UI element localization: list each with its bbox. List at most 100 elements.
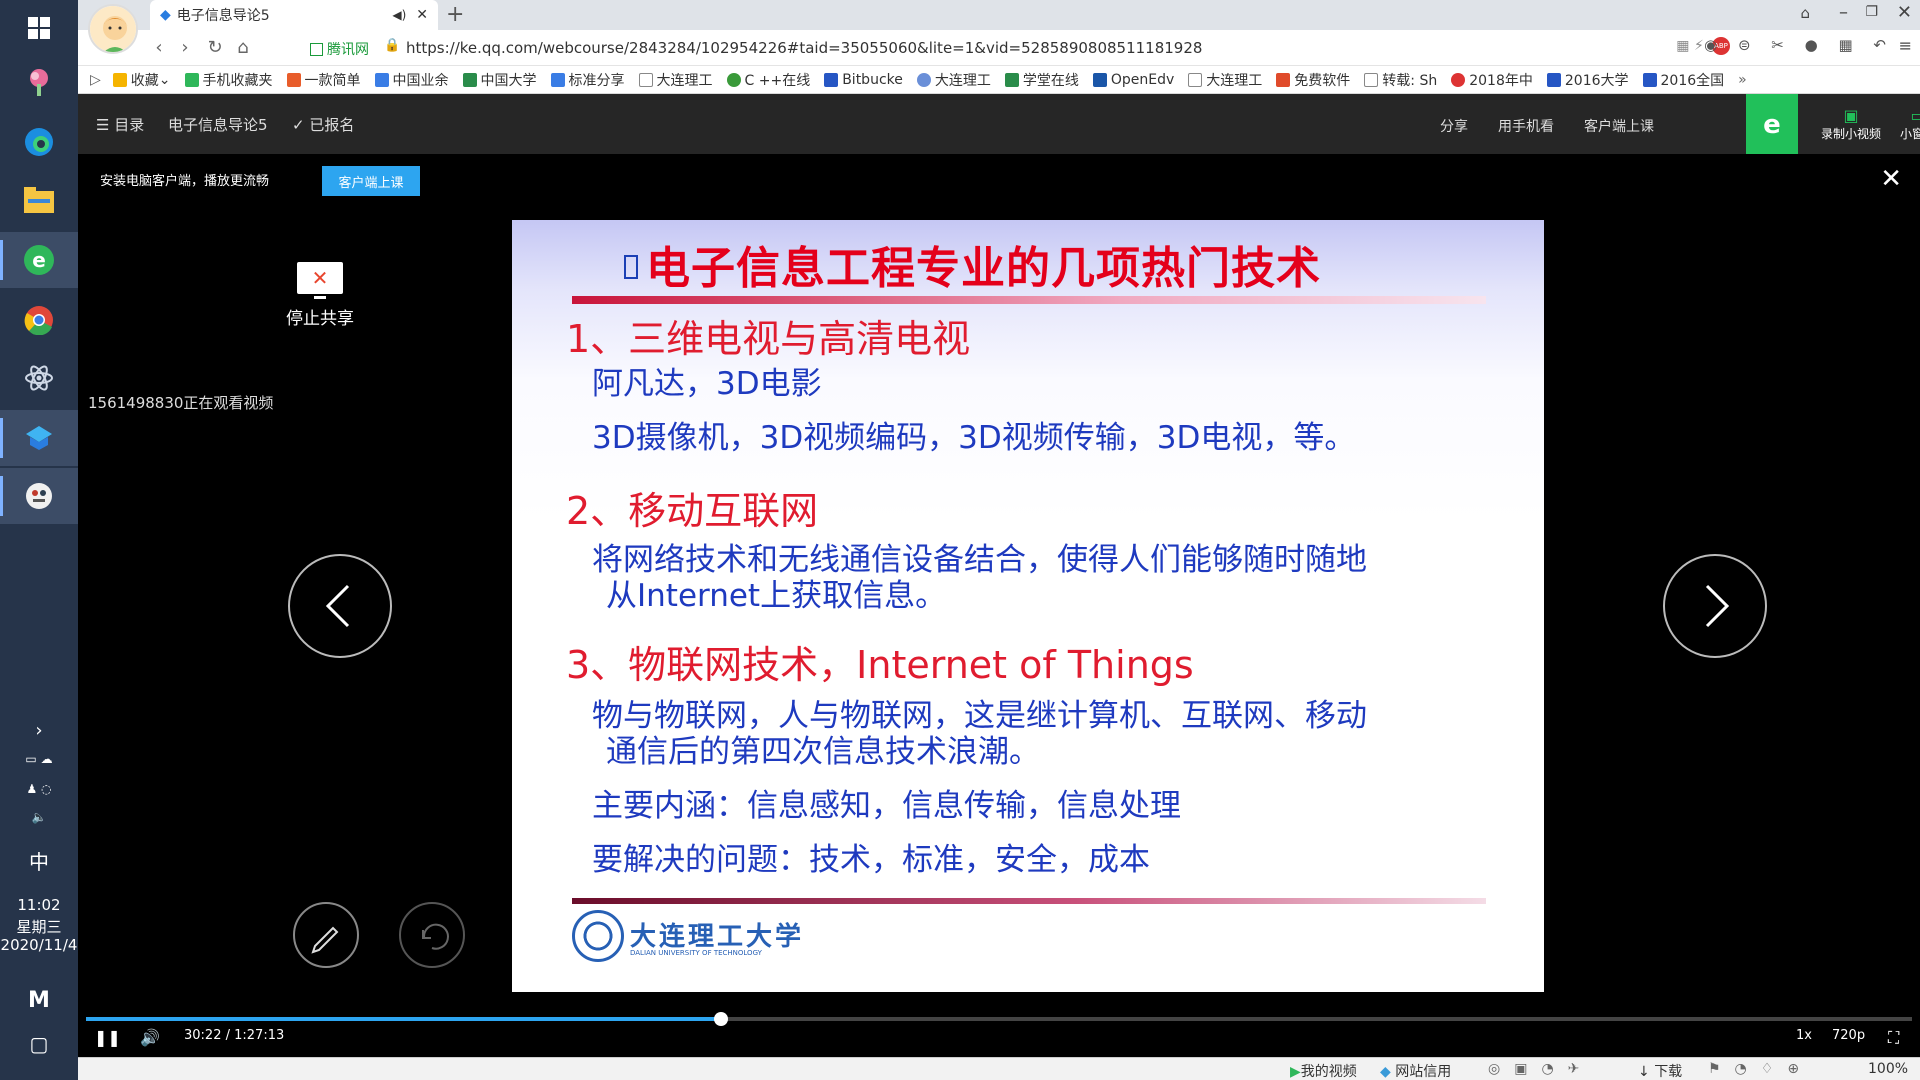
back-icon[interactable]: ‹ (148, 38, 170, 58)
progress-bar[interactable] (86, 1012, 1912, 1026)
tab-mute-icon[interactable]: ◀) (392, 8, 406, 22)
status-tools[interactable]: ◎▣◔✈ (1488, 1061, 1593, 1077)
speed-button[interactable]: 1x (1796, 1028, 1812, 1043)
bookmark-item[interactable]: 大连理工 (916, 70, 991, 90)
title-underline (572, 296, 1486, 304)
tab-active[interactable]: ◆ 电子信息导论5 ◀) ✕ (150, 0, 438, 30)
clock-time[interactable]: 11:02 (0, 896, 78, 914)
bookmark-item[interactable]: 转载: Sh (1364, 70, 1437, 90)
bookmark-item[interactable]: 一款简单 (286, 70, 361, 90)
file-explorer-icon[interactable] (0, 172, 78, 228)
catalog-button[interactable]: ☰ 目录 (96, 114, 144, 135)
edge-icon[interactable] (0, 114, 78, 170)
quality-button[interactable]: 720p (1832, 1028, 1865, 1043)
url-field[interactable]: https://ke.qq.com/webcourse/2843284/1029… (406, 39, 1202, 57)
bookmark-item[interactable]: 中国大学 (462, 70, 537, 90)
bookmark-item[interactable]: 免费软件 (1276, 70, 1350, 90)
stop-share-button[interactable]: ✕ 停止共享 (266, 262, 374, 329)
bookmark-item[interactable]: C ++在线 (726, 70, 810, 90)
stop-share-icon: ✕ (297, 262, 343, 299)
bookmarks-bar: ▷ 收藏 ⌄ 手机收藏夹 一款简单 中国业余 中国大学 标准分享 大连理工 C +… (78, 66, 1920, 94)
atom-icon[interactable] (0, 350, 78, 406)
video-icon: ▣ (1843, 105, 1859, 125)
bookmark-item[interactable]: Bitbucke (824, 72, 903, 88)
app-logo-icon[interactable]: e (1746, 94, 1798, 154)
m-app-icon[interactable]: M (0, 988, 78, 1013)
tab-title: 电子信息导论5 (176, 8, 270, 24)
share-button[interactable]: 分享 (1440, 116, 1468, 136)
close-window-button[interactable]: ✕ (1897, 2, 1912, 23)
bookmarks-more-icon[interactable]: » (1738, 72, 1747, 88)
bookmark-item[interactable]: 2018年中 (1451, 70, 1533, 90)
volume-icon[interactable]: 🔈 (0, 810, 78, 824)
tab-close-icon[interactable]: ✕ (416, 7, 428, 23)
lock-icon[interactable]: 🔒 (384, 38, 400, 53)
bookmark-item[interactable]: 2016全国 (1642, 70, 1724, 90)
forward-icon[interactable]: › (174, 38, 196, 58)
refresh-icon[interactable]: ↻ (204, 38, 226, 58)
home-icon[interactable]: ⌂ (232, 38, 254, 58)
my-video-button[interactable]: ▶我的视频 (1290, 1061, 1357, 1080)
browser-360-icon[interactable]: e (0, 232, 78, 288)
duration: 1:27:13 (234, 1028, 285, 1043)
pause-button[interactable]: ❚❚ (94, 1028, 121, 1047)
section-3-line-1: 物与物联网，人与物联网，这是继计算机、互联网、移动 (592, 698, 1367, 734)
site-credit-button[interactable]: ◆ 网站信用 (1380, 1061, 1451, 1080)
undo-button[interactable] (399, 902, 465, 968)
bookmark-item[interactable]: 大连理工 (638, 70, 713, 90)
shield-icon: ◆ (1380, 1064, 1391, 1080)
viewer-notice: 1561498830正在观看视频 (88, 394, 274, 412)
notification-icon[interactable]: ▢ (0, 1032, 78, 1056)
bookmark-item[interactable]: 学堂在线 (1004, 70, 1079, 90)
fullscreen-icon[interactable]: ⛶ (1888, 1028, 1899, 1048)
university-seal-icon (572, 910, 624, 962)
slide-title: 电子信息工程专业的几项热门技术 (624, 232, 1321, 296)
pin-icon[interactable]: ⌂ (1800, 4, 1810, 22)
status-tools-2[interactable]: ⚑◔♢⊕ (1708, 1061, 1813, 1077)
title-bullet-icon (624, 255, 638, 279)
install-client-button[interactable]: 客户端上课 (322, 166, 420, 196)
next-slide-button[interactable] (1663, 554, 1767, 658)
minimize-button[interactable]: – (1839, 2, 1848, 23)
bookmark-item[interactable]: 手机收藏夹 (184, 70, 273, 90)
ime-indicator[interactable]: 中 (0, 846, 78, 875)
flower-app-icon[interactable] (0, 54, 78, 110)
video-player: 安装电脑客户端，播放更流畅 客户端上课 ✕ ✕ 停止共享 1561498830正… (78, 154, 1920, 1057)
bookmarks-toggle-icon[interactable]: ▷ (90, 72, 101, 88)
section-heading-2: 2、移动互联网 (566, 489, 819, 533)
pen-tool-button[interactable] (293, 902, 359, 968)
tray-expand-icon[interactable]: › (0, 720, 78, 741)
site-badge[interactable]: 腾讯网 (310, 39, 369, 59)
record-video-button[interactable]: ▣ 录制小视频 (1806, 94, 1896, 154)
bookmark-item[interactable]: 大连理工 (1188, 70, 1262, 90)
download-icon: ↓ (1638, 1064, 1650, 1080)
chrome-icon[interactable] (0, 292, 78, 348)
bookmark-item[interactable]: 标准分享 (550, 70, 625, 90)
restore-button[interactable]: ❐ (1865, 4, 1878, 20)
windows-start-icon[interactable] (0, 0, 78, 56)
mobile-view-button[interactable]: 用手机看 (1498, 116, 1554, 136)
bookmark-item[interactable]: 2016大学 (1546, 70, 1629, 90)
prev-slide-button[interactable] (288, 554, 392, 658)
bookmark-item[interactable]: 收藏 ⌄ (112, 70, 171, 90)
bookmark-item[interactable]: 中国业余 (374, 70, 449, 90)
user-avatar[interactable] (88, 4, 138, 54)
close-icon[interactable]: ✕ (1880, 164, 1902, 194)
tray-icons-row2[interactable]: ♟ ◌ (0, 782, 78, 796)
clock-date[interactable]: 2020/11/4 (0, 936, 78, 954)
game-app-icon[interactable] (0, 468, 78, 524)
tencent-class-icon[interactable] (0, 410, 78, 466)
undo-icon (422, 923, 449, 950)
tray-icons-row1[interactable]: ▭ ☁ (0, 752, 78, 766)
clock-weekday[interactable]: 星期三 (0, 916, 78, 937)
tab-strip: ◆ 电子信息导论5 ◀) ✕ + ⌂ – ❐ ✕ (78, 0, 1920, 30)
menu-icon[interactable]: ≡ (1899, 36, 1912, 55)
zoom-level[interactable]: 100% (1868, 1061, 1908, 1077)
new-tab-button[interactable]: + (446, 2, 464, 27)
mini-window-button[interactable]: ▭小窗口 (1892, 94, 1920, 154)
volume-button[interactable]: 🔊 (140, 1028, 160, 1047)
download-button[interactable]: ↓ 下载 (1638, 1061, 1682, 1080)
bookmark-item[interactable]: OpenEdv (1092, 72, 1174, 88)
extension-toolbar[interactable]: ◉ ⊜ ✂ ● ▦ ↶ (1704, 36, 1894, 54)
client-class-button[interactable]: 客户端上课 (1584, 116, 1654, 136)
